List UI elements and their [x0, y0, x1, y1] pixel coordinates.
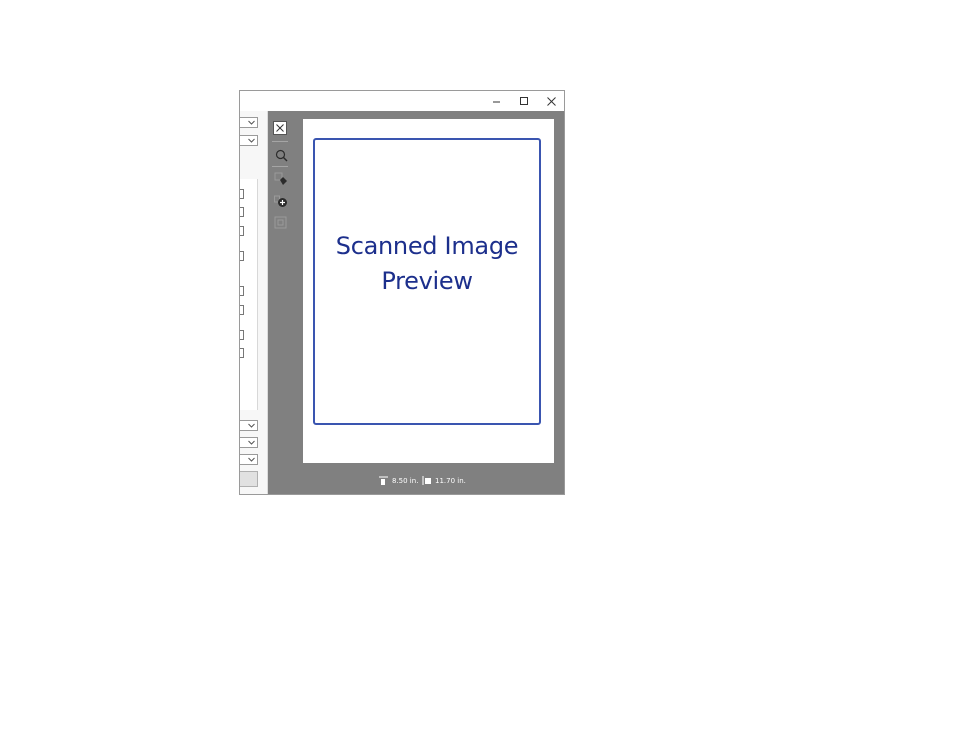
scan-preview-window: Scanned Image Preview 8.50 in. 11.70 in.: [239, 90, 565, 495]
action-button[interactable]: [240, 471, 258, 487]
settings-dropdown[interactable]: [240, 454, 258, 465]
close-icon: [546, 96, 556, 106]
delete-area-icon: [274, 216, 287, 229]
toolbar-divider: [272, 141, 288, 142]
close-preview-icon: [276, 124, 284, 132]
width-readout: 8.50 in.: [379, 476, 418, 485]
chevron-down-icon: [248, 138, 255, 143]
settings-control[interactable]: [240, 189, 244, 199]
maximize-button[interactable]: [510, 91, 538, 111]
settings-dropdown[interactable]: [240, 420, 258, 431]
chevron-down-icon: [248, 120, 255, 125]
settings-panel: [240, 111, 268, 494]
chevron-down-icon: [248, 440, 255, 445]
settings-control[interactable]: [240, 348, 244, 358]
add-area-button[interactable]: [273, 194, 289, 210]
delete-area-button[interactable]: [273, 215, 289, 231]
preview-placeholder-text: Scanned Image Preview: [335, 229, 519, 299]
settings-control[interactable]: [240, 226, 244, 236]
settings-dropdown[interactable]: [240, 437, 258, 448]
height-readout: 11.70 in.: [422, 476, 466, 485]
settings-control[interactable]: [240, 305, 244, 315]
minimize-icon: [493, 101, 500, 103]
preview-title-line2: Preview: [381, 267, 473, 295]
title-bar: [240, 91, 564, 111]
settings-list: [240, 179, 258, 410]
toolbar-divider: [272, 166, 288, 167]
settings-control[interactable]: [240, 330, 244, 340]
width-icon: [379, 476, 388, 485]
settings-control[interactable]: [240, 286, 244, 296]
zoom-icon: [275, 149, 287, 161]
chevron-down-icon: [248, 457, 255, 462]
scan-area-frame[interactable]: Scanned Image Preview: [313, 138, 541, 425]
width-value: 8.50 in.: [392, 476, 419, 485]
close-preview-button[interactable]: [273, 121, 287, 135]
settings-control[interactable]: [240, 207, 244, 217]
settings-dropdown[interactable]: [240, 135, 258, 146]
height-value: 11.70 in.: [435, 476, 466, 485]
minimize-button[interactable]: [483, 91, 511, 111]
auto-locate-button[interactable]: [273, 171, 289, 187]
close-button[interactable]: [537, 91, 564, 111]
settings-dropdown[interactable]: [240, 117, 258, 128]
preview-title-line1: Scanned Image: [335, 232, 519, 260]
add-area-icon: [274, 195, 287, 207]
settings-control[interactable]: [240, 251, 244, 261]
dimensions-bar: 8.50 in. 11.70 in.: [292, 473, 564, 487]
chevron-down-icon: [248, 423, 255, 428]
auto-locate-icon: [274, 172, 287, 185]
scanned-page[interactable]: Scanned Image Preview: [303, 119, 554, 463]
maximize-icon: [520, 97, 528, 105]
preview-toolbar: [268, 111, 292, 494]
zoom-button[interactable]: [273, 147, 289, 163]
preview-area: Scanned Image Preview 8.50 in. 11.70 in.: [292, 111, 564, 494]
height-icon: [422, 476, 431, 485]
